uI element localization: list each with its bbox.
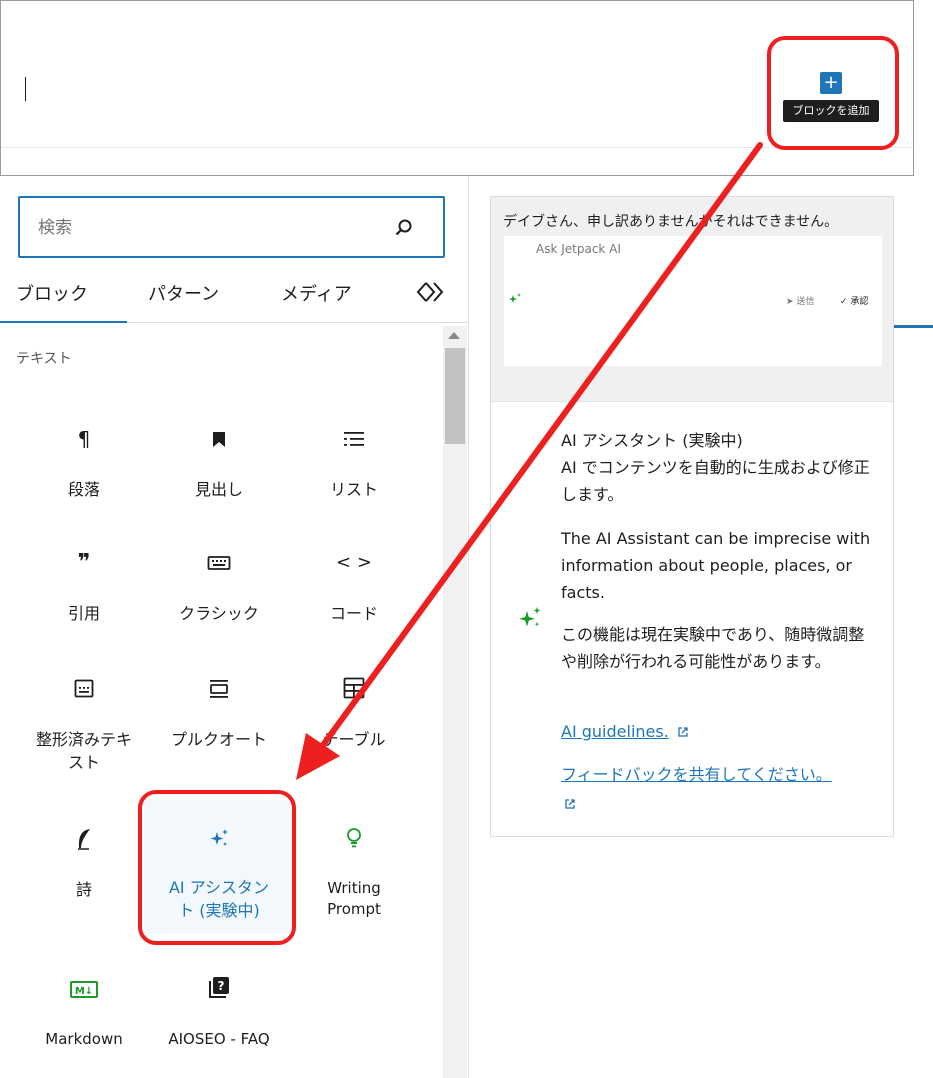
block-ai-assistant[interactable]: AI アシスタント (実験中) (144, 800, 294, 934)
preview-response: デイブさん、申し訳ありませんがそれはできません。 (503, 214, 839, 230)
scroll-up-arrow[interactable] (448, 332, 460, 339)
blue-accent-edge (894, 325, 933, 328)
preview-send: ➤ 送信 (786, 297, 815, 307)
sparkle-icon (144, 824, 294, 854)
svg-text:?: ? (218, 979, 225, 993)
reusable-blocks-icon[interactable] (416, 280, 444, 304)
block-writing-prompt[interactable]: Writing Prompt (279, 824, 429, 920)
lightbulb-icon (279, 824, 429, 854)
table-icon (279, 674, 429, 704)
info-warning: The AI Assistant can be imprecise with i… (561, 529, 871, 602)
block-code[interactable]: < > コード (279, 548, 429, 625)
faq-icon: ? (144, 974, 294, 1004)
scrollbar-thumb[interactable] (445, 348, 465, 444)
tab-media[interactable]: メディア (281, 280, 352, 306)
block-preformatted[interactable]: 整形済みテキスト (9, 674, 159, 774)
preformatted-icon (9, 674, 159, 704)
text-cursor (25, 77, 26, 101)
block-inserter-panel: ブロック パターン メディア テキスト ¶ 段落 見出し リスト ❞ 引用 (0, 176, 469, 1078)
pullquote-icon (144, 674, 294, 704)
code-icon: < > (336, 552, 372, 573)
sparkle-icon (509, 293, 521, 303)
editor-canvas[interactable] (0, 0, 914, 176)
block-heading[interactable]: 見出し (144, 424, 294, 501)
external-link-icon (678, 727, 688, 737)
block-quote[interactable]: ❞ 引用 (9, 548, 159, 625)
svg-text:M↓: M↓ (75, 986, 93, 997)
list-icon (279, 424, 429, 454)
markdown-icon: M↓ (9, 974, 159, 1004)
quote-icon: ❞ (77, 550, 91, 575)
block-aioseo-faq[interactable]: ? AIOSEO - FAQ (144, 974, 294, 1051)
block-list[interactable]: リスト (279, 424, 429, 501)
block-markdown[interactable]: M↓ Markdown (9, 974, 159, 1051)
block-verse[interactable]: 詩 (9, 824, 159, 901)
preview-card-title: Ask Jetpack AI (536, 242, 621, 256)
search-icon[interactable] (394, 218, 414, 238)
feedback-link[interactable]: フィードバックを共有してください。 (561, 765, 832, 784)
guidelines-link-row: AI guidelines. (561, 718, 871, 745)
search-input[interactable] (36, 214, 370, 242)
search-box[interactable] (18, 196, 445, 258)
add-block-tooltip: ブロックを追加 (783, 100, 879, 122)
bookmark-icon (144, 424, 294, 454)
active-tab-indicator (0, 321, 127, 323)
preview-approve: ✓ 承認 (840, 297, 869, 307)
keyboard-icon (144, 548, 294, 578)
block-preview-panel: デイブさん、申し訳ありませんがそれはできません。 Ask Jetpack AI … (490, 196, 894, 837)
external-link-icon (565, 799, 575, 809)
block-table[interactable]: テーブル (279, 674, 429, 751)
divider (491, 401, 893, 402)
info-title: AI アシスタント (実験中) (561, 431, 743, 450)
divider (1, 147, 913, 148)
feedback-link-row: フィードバックを共有してください。 (561, 761, 871, 817)
guidelines-link[interactable]: AI guidelines. (561, 722, 669, 741)
info-experimental: この機能は現在実験中であり、随時微調整や削除が行われる可能性があります。 (561, 625, 865, 671)
paragraph-icon: ¶ (77, 427, 91, 451)
add-block-button[interactable]: + (820, 72, 842, 94)
feather-icon (9, 824, 159, 854)
info-description: AI でコンテンツを自動的に生成および修正します。 (561, 458, 870, 504)
sparkle-icon (519, 607, 541, 627)
tab-patterns[interactable]: パターン (148, 280, 219, 306)
tab-blocks[interactable]: ブロック (16, 280, 88, 306)
block-pullquote[interactable]: プルクオート (144, 674, 294, 751)
preview-card: Ask Jetpack AI ➤ 送信 ✓ 承認 (504, 236, 882, 366)
category-text: テキスト (16, 351, 72, 367)
block-paragraph[interactable]: ¶ 段落 (9, 424, 159, 501)
preview-area: デイブさん、申し訳ありませんがそれはできません。 Ask Jetpack AI … (491, 197, 893, 401)
block-classic[interactable]: クラシック (144, 548, 294, 625)
